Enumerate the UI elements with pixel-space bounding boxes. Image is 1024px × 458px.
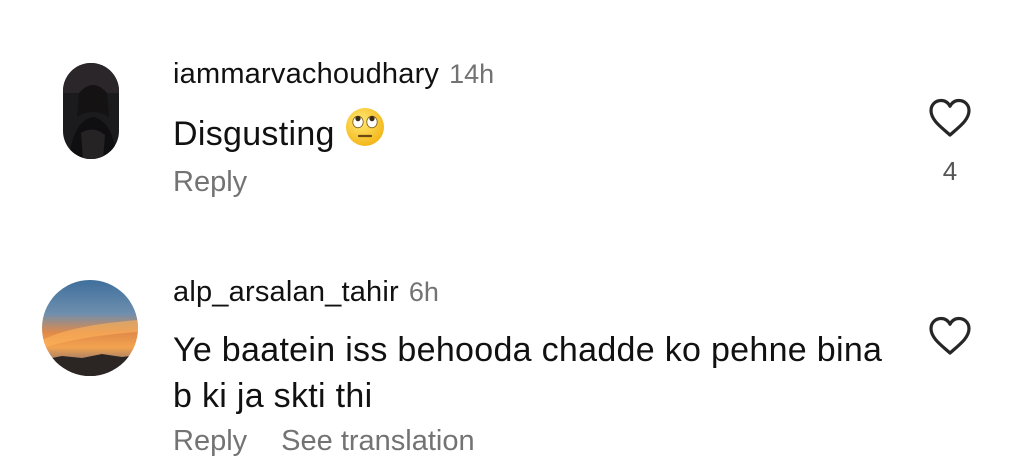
comment-actions: Reply See translation — [173, 425, 509, 458]
avatar-photo — [42, 280, 138, 376]
comment-header: alp_arsalan_tahir 6h — [173, 276, 439, 309]
see-translation-button[interactable]: See translation — [281, 425, 474, 457]
comment-header: iammarvachoudhary 14h — [173, 58, 494, 91]
username[interactable]: iammarvachoudhary — [173, 58, 439, 91]
avatar[interactable] — [63, 63, 119, 159]
username[interactable]: alp_arsalan_tahir — [173, 276, 399, 309]
avatar-photo — [63, 63, 119, 159]
face-with-rolling-eyes-icon — [345, 107, 385, 159]
comment-text: Disgusting — [173, 114, 335, 153]
like-count: 4 — [942, 156, 958, 186]
like-heart-icon[interactable] — [927, 97, 973, 139]
avatar[interactable] — [42, 280, 138, 376]
like-heart-icon[interactable] — [927, 315, 973, 357]
timestamp: 6h — [408, 277, 439, 307]
comment-text: Ye baatein iss behooda chadde ko pehne b… — [173, 331, 883, 415]
comment-body: Disgusting — [173, 107, 893, 162]
reply-button[interactable]: Reply — [173, 425, 247, 457]
reply-button[interactable]: Reply — [173, 166, 247, 199]
timestamp: 14h — [449, 59, 495, 89]
